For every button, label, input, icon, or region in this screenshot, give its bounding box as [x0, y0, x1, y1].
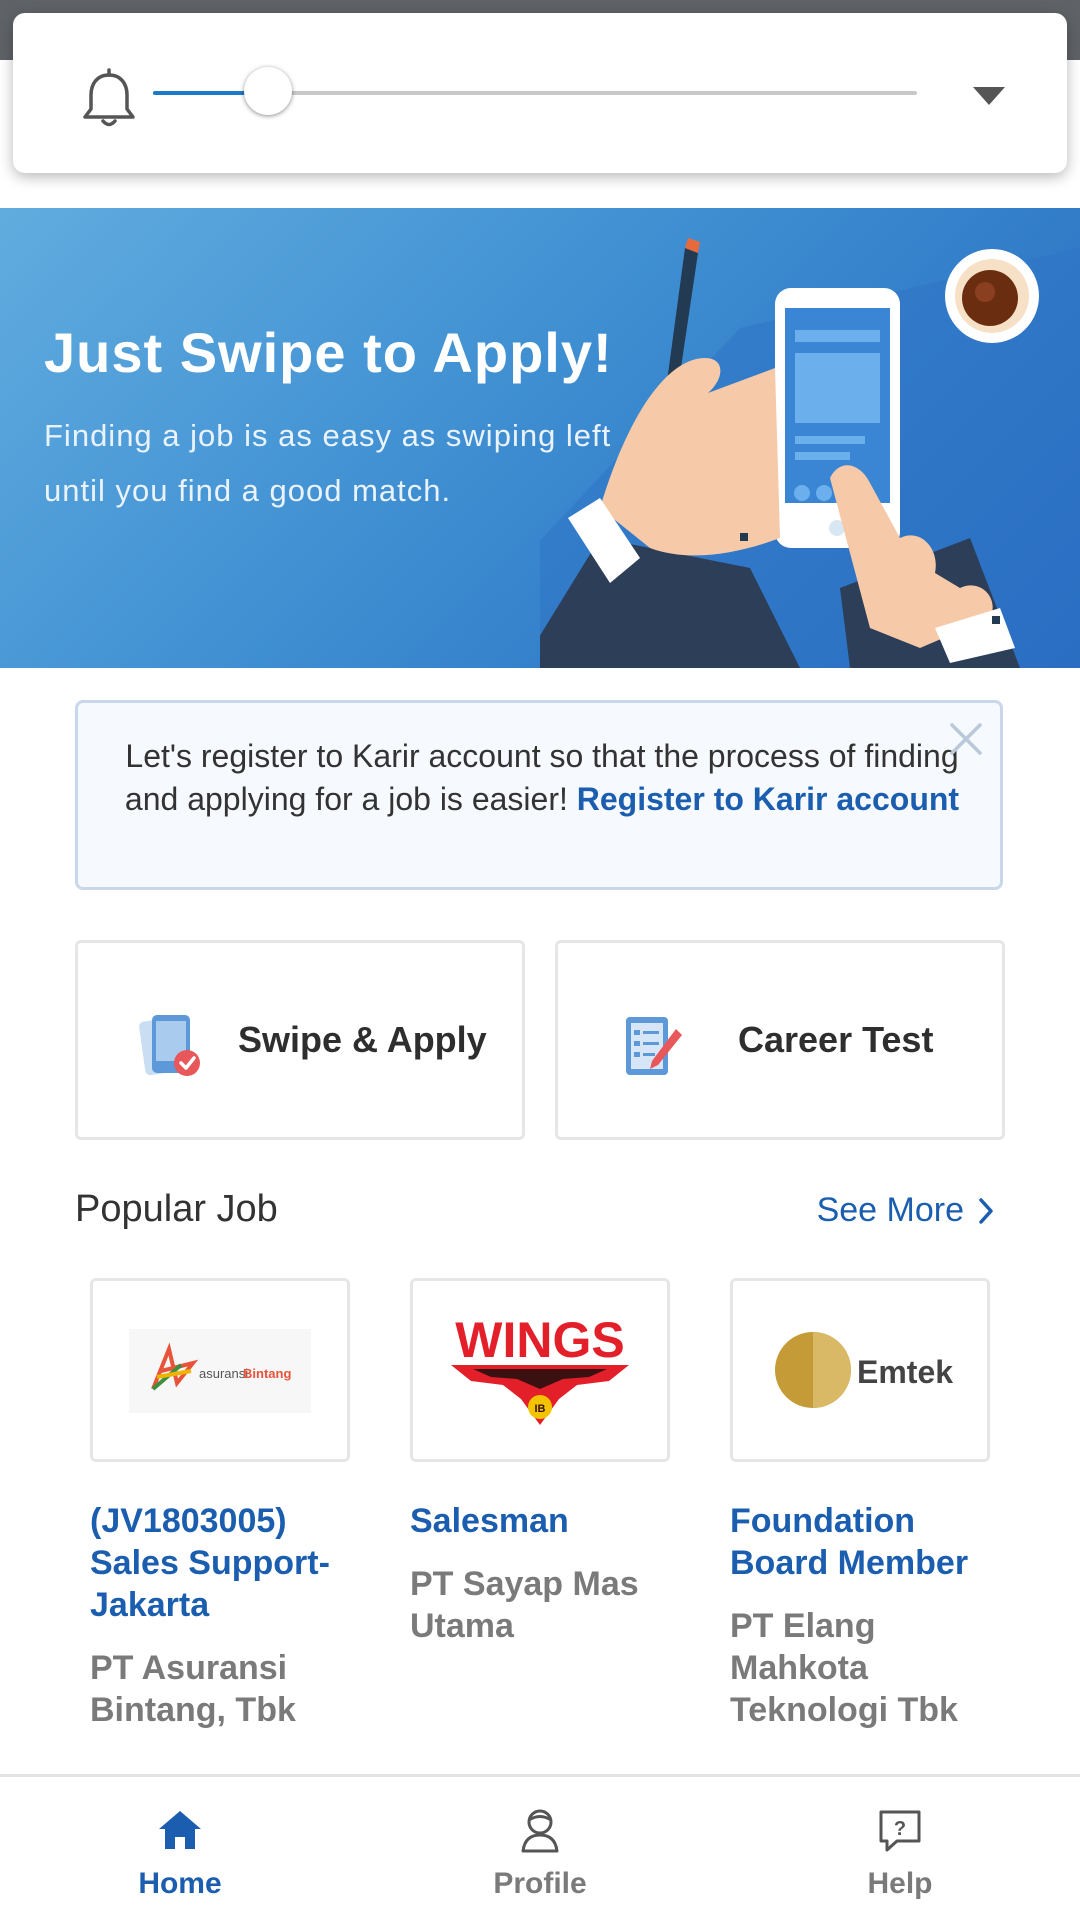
register-notice-text: Let's register to Karir account so that …	[108, 735, 976, 821]
nav-home[interactable]: Home	[0, 1777, 360, 1923]
nav-profile[interactable]: Profile	[360, 1777, 720, 1923]
job-card-logo[interactable]: Emtek	[730, 1278, 990, 1462]
banner-title: Just Swipe to Apply!	[44, 321, 613, 384]
volume-panel	[13, 13, 1067, 173]
job-card-logo[interactable]: asuransi Bintang	[90, 1278, 350, 1462]
svg-text:WINGS: WINGS	[455, 1312, 624, 1368]
chevron-right-icon	[979, 1197, 993, 1224]
svg-text:asuransi: asuransi	[199, 1366, 248, 1381]
clipboard-pencil-icon	[626, 1017, 682, 1075]
register-link[interactable]: Register to Karir account	[577, 781, 959, 817]
job-company: PT Sayap Mas Utama	[410, 1565, 639, 1645]
svg-text:?: ?	[894, 1818, 906, 1840]
volume-slider-thumb[interactable]	[243, 67, 292, 115]
banner-subtitle: Finding a job is as easy as swiping left…	[44, 418, 612, 508]
job-card-logo[interactable]: WINGS IB	[410, 1278, 670, 1462]
wings-logo: WINGS IB	[451, 1312, 629, 1425]
profile-icon	[521, 1809, 559, 1853]
emtek-logo: Emtek	[775, 1332, 953, 1408]
job-title[interactable]: Foundation Board Member	[730, 1500, 990, 1584]
help-icon: ?	[879, 1810, 921, 1852]
nav-profile-label: Profile	[493, 1867, 587, 1900]
job-company: PT Asuransi Bintang, Tbk	[90, 1649, 296, 1729]
chevron-down-icon[interactable]	[971, 85, 1007, 107]
svg-text:Bintang: Bintang	[243, 1366, 291, 1381]
home-icon	[159, 1811, 201, 1849]
job-title[interactable]: Salesman	[410, 1500, 670, 1542]
svg-text:IB: IB	[535, 1403, 546, 1415]
job-title[interactable]: (JV1803005) Sales Support-Jakarta	[90, 1500, 350, 1626]
bell-icon[interactable]	[73, 65, 145, 137]
volume-slider[interactable]	[153, 67, 917, 115]
svg-text:Emtek: Emtek	[857, 1354, 953, 1390]
see-more-label: See More	[816, 1191, 964, 1229]
swipe-apply-label: Swipe & Apply	[238, 1019, 487, 1060]
nav-help[interactable]: ? Help	[720, 1777, 1080, 1923]
swipe-apply-card[interactable]: Swipe & Apply	[75, 940, 525, 1140]
phone-check-icon	[139, 1015, 200, 1076]
job-company: PT Elang Mahkota Teknologi Tbk	[730, 1607, 958, 1729]
asuransi-bintang-logo: asuransi Bintang	[129, 1329, 311, 1413]
close-icon[interactable]	[946, 719, 986, 759]
popular-job-title: Popular Job	[75, 1188, 278, 1230]
career-test-card[interactable]: Career Test	[555, 940, 1005, 1140]
bottom-nav: Home Profile ? Help	[0, 1774, 1080, 1923]
career-test-label: Career Test	[738, 1019, 934, 1060]
nav-help-label: Help	[867, 1867, 933, 1900]
see-more-link[interactable]: See More	[817, 1191, 994, 1230]
swipe-banner[interactable]: Just Swipe to Apply! Finding a job is as…	[0, 208, 1080, 668]
nav-home-label: Home	[138, 1867, 222, 1900]
register-notice: Let's register to Karir account so that …	[75, 700, 1003, 890]
